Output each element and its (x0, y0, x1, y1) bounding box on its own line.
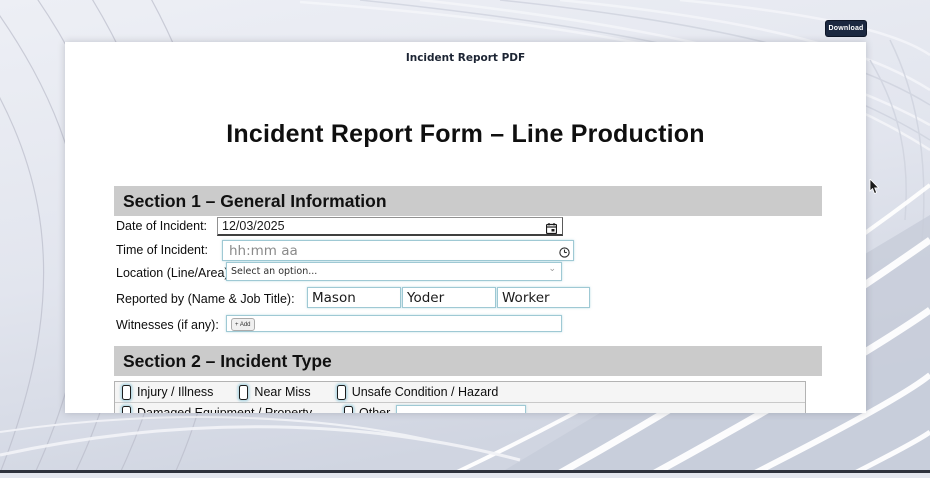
checkbox-item: Injury / Illness (122, 385, 213, 400)
clock-icon[interactable] (559, 245, 570, 263)
location-select[interactable]: Select an option... ⌄ (226, 262, 562, 281)
mouse-cursor (869, 179, 881, 200)
date-of-incident-input[interactable] (217, 217, 563, 236)
other-text-input[interactable] (396, 405, 526, 414)
near-miss-label: Near Miss (254, 385, 310, 399)
reported-by-label: Reported by (Name & Job Title): (116, 292, 295, 306)
time-of-incident-label: Time of Incident: (116, 243, 208, 257)
add-witness-button[interactable]: + Add (231, 318, 255, 331)
checkbox-item: Other (344, 405, 526, 414)
injury-illness-label: Injury / Illness (137, 385, 213, 399)
checkbox-item: Unsafe Condition / Hazard (337, 385, 499, 400)
incident-type-box: Injury / Illness Near Miss Unsafe Condit… (114, 381, 806, 413)
location-label: Location (Line/Area): (116, 266, 232, 280)
reported-job-title-input[interactable] (497, 287, 590, 308)
incident-type-row-1: Injury / Illness Near Miss Unsafe Condit… (115, 382, 805, 403)
chevron-down-icon: ⌄ (548, 264, 556, 274)
calendar-icon[interactable] (546, 221, 862, 239)
reported-last-name-input[interactable] (402, 287, 496, 308)
unsafe-condition-label: Unsafe Condition / Hazard (352, 385, 499, 399)
unsafe-condition-checkbox[interactable] (337, 385, 346, 400)
damaged-equipment-checkbox[interactable] (122, 406, 131, 414)
checkbox-item: Damaged Equipment / Property (122, 406, 318, 414)
injury-illness-checkbox[interactable] (122, 385, 131, 400)
download-button[interactable]: Download (826, 21, 866, 36)
location-selected-value: Select an option... (231, 266, 317, 277)
incident-type-row-2: Damaged Equipment / Property Other (115, 403, 805, 413)
section1-header: Section 1 – General Information (114, 186, 822, 216)
reported-first-name-input[interactable] (307, 287, 401, 308)
other-label: Other (359, 406, 390, 413)
pdf-page: Incident Report PDF Incident Report Form… (65, 42, 866, 413)
witnesses-field: + Add (226, 315, 562, 332)
form-title: Incident Report Form – Line Production (65, 120, 866, 149)
date-of-incident-label: Date of Incident: (116, 219, 207, 233)
damaged-equipment-label: Damaged Equipment / Property (137, 406, 312, 413)
witnesses-label: Witnesses (if any): (116, 318, 219, 332)
other-checkbox[interactable] (344, 406, 353, 414)
near-miss-checkbox[interactable] (239, 385, 248, 400)
document-title: Incident Report PDF (65, 52, 866, 64)
time-of-incident-input[interactable] (222, 240, 574, 261)
section2-header: Section 2 – Incident Type (114, 346, 822, 376)
checkbox-item: Near Miss (239, 385, 310, 400)
